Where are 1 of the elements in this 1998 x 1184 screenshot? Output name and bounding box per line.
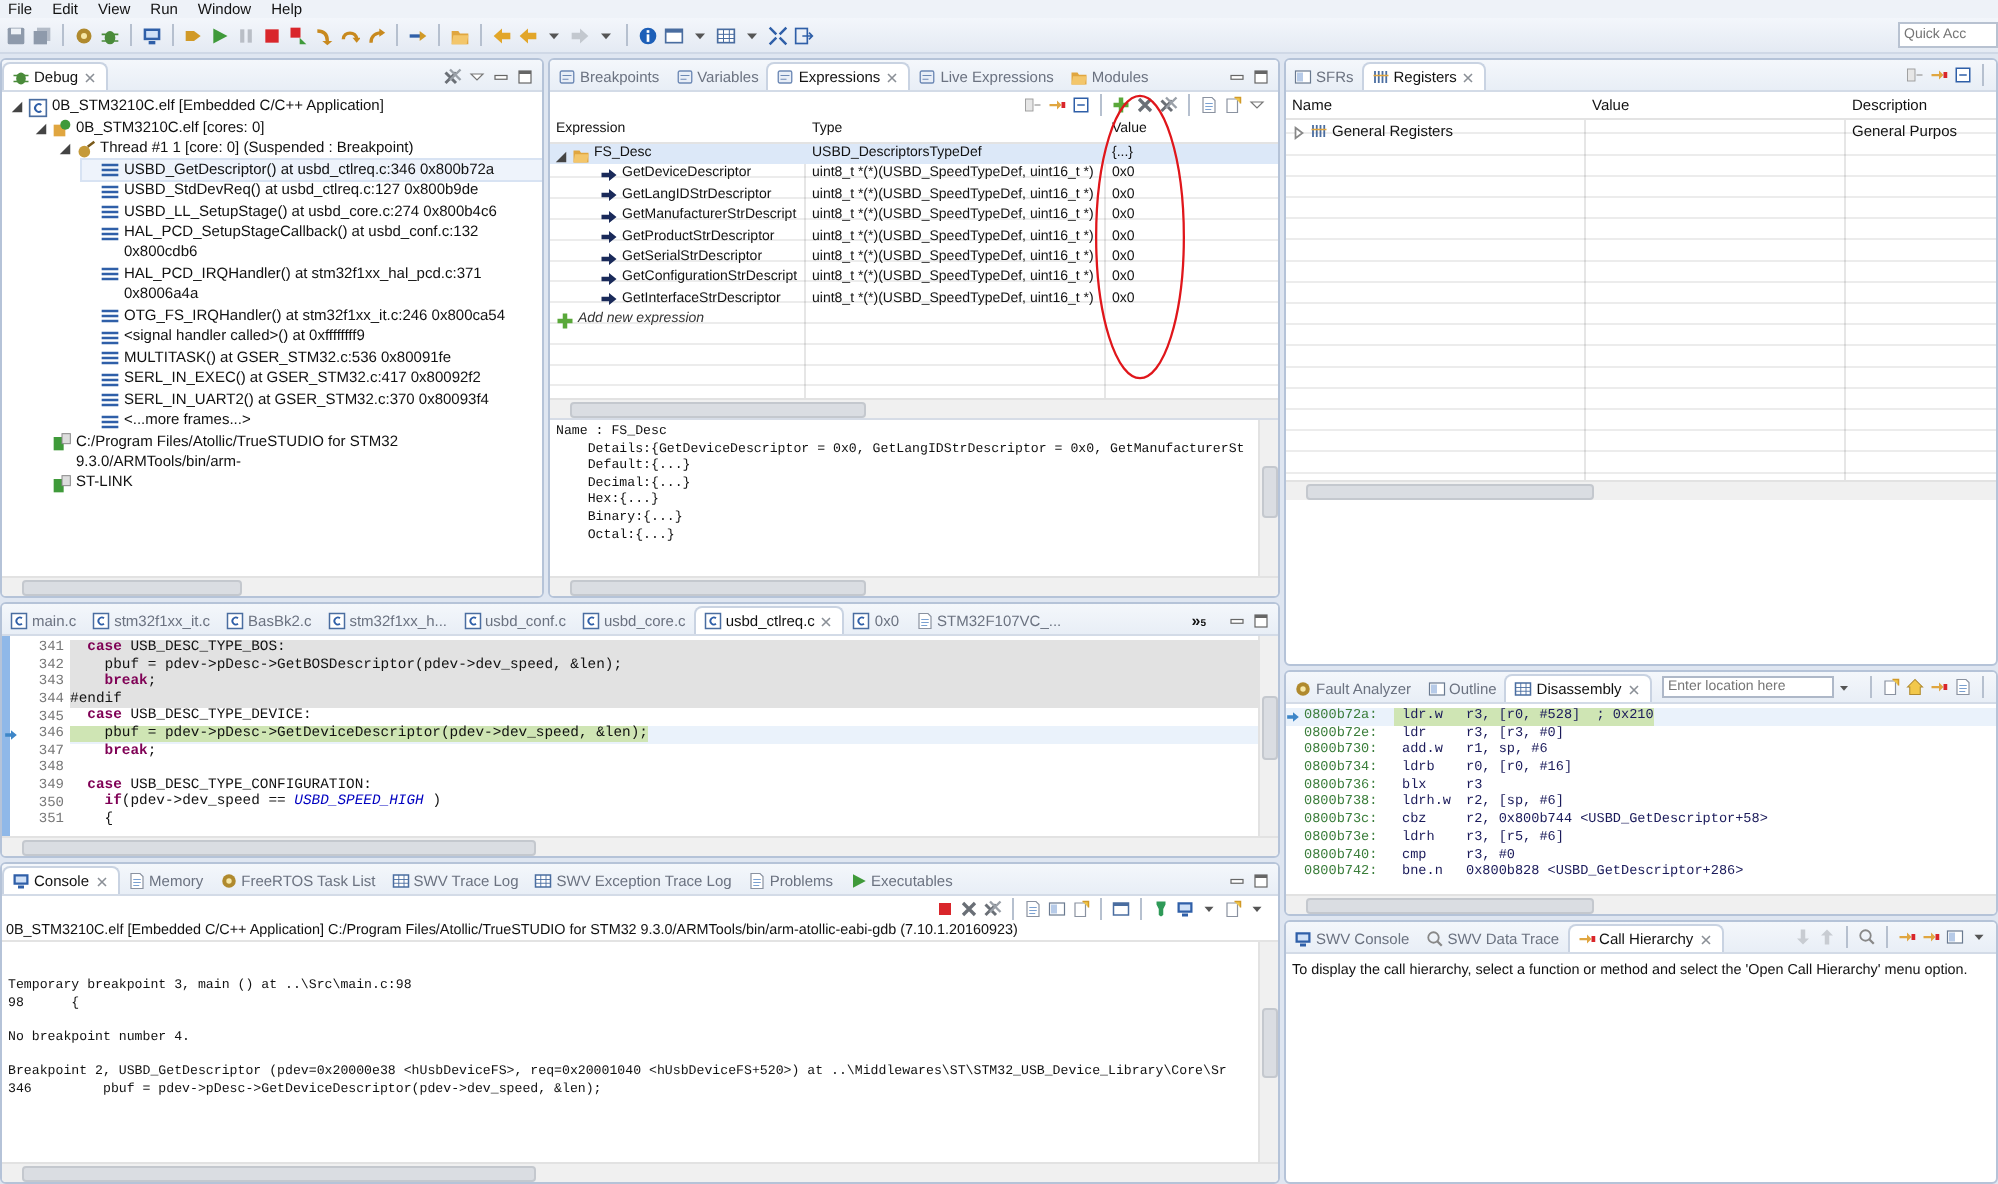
more-tabs-button[interactable]: »$_{5}$	[1191, 612, 1206, 630]
